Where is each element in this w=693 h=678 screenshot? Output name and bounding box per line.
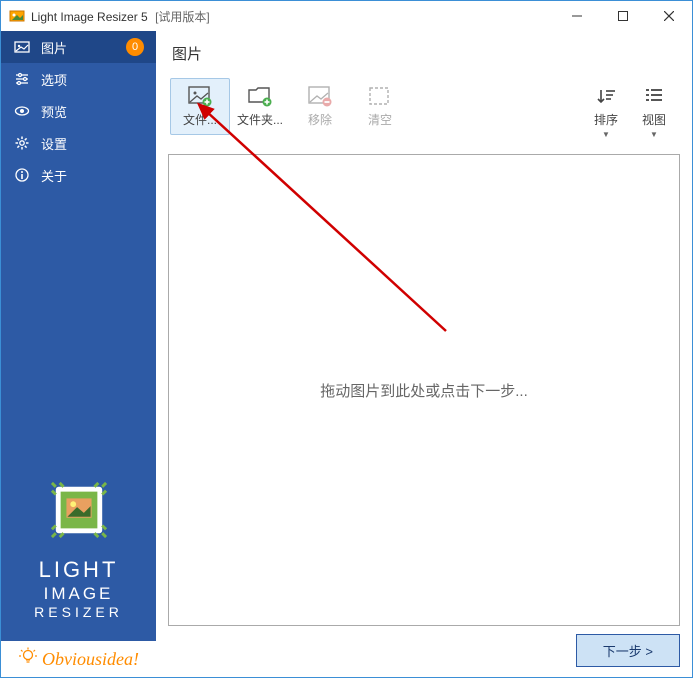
app-title: Light Image Resizer 5 [试用版本]	[31, 8, 554, 25]
drop-zone[interactable]: 拖动图片到此处或点击下一步...	[168, 154, 680, 626]
app-icon	[9, 8, 25, 24]
gear-icon	[13, 134, 31, 152]
sidebar: 图片 0 选项 预览 设置 关于	[1, 31, 156, 677]
view-icon	[640, 85, 668, 107]
main-panel: 图片 文件... 文件夹... 移除 清空	[156, 31, 692, 677]
sidebar-item-label: 图片	[41, 38, 126, 57]
bulb-icon	[18, 647, 38, 672]
maximize-button[interactable]	[600, 1, 646, 31]
sidebar-item-label: 选项	[41, 70, 144, 89]
sort-button[interactable]: 排序 ▼	[582, 78, 630, 146]
toolbar: 文件... 文件夹... 移除 清空 排	[168, 74, 680, 154]
page-title: 图片	[168, 31, 680, 74]
eye-icon	[13, 102, 31, 120]
clear-icon	[366, 85, 394, 107]
titlebar: Light Image Resizer 5 [试用版本]	[1, 1, 692, 31]
sidebar-item-options[interactable]: 选项	[1, 63, 156, 95]
sidebar-item-preview[interactable]: 预览	[1, 95, 156, 127]
sidebar-item-images[interactable]: 图片 0	[1, 31, 156, 63]
close-button[interactable]	[646, 1, 692, 31]
drop-hint-text: 拖动图片到此处或点击下一步...	[320, 380, 528, 401]
sort-icon	[592, 85, 620, 107]
sidebar-item-label: 设置	[41, 134, 144, 153]
sidebar-item-label: 关于	[41, 166, 144, 185]
sidebar-item-about[interactable]: 关于	[1, 159, 156, 191]
view-button[interactable]: 视图 ▼	[630, 78, 678, 146]
info-icon	[13, 166, 31, 184]
image-remove-icon	[306, 85, 334, 107]
add-folder-button[interactable]: 文件夹...	[230, 78, 290, 135]
logo-icon	[50, 481, 108, 539]
remove-button[interactable]: 移除	[290, 78, 350, 135]
clear-button[interactable]: 清空	[350, 78, 410, 135]
sliders-icon	[13, 70, 31, 88]
minimize-button[interactable]	[554, 1, 600, 31]
file-add-icon	[186, 85, 214, 107]
image-count-badge: 0	[126, 38, 144, 56]
app-logo: LIGHT IMAGE RESIZER	[1, 471, 156, 641]
obviousidea-link[interactable]: Obviousidea!	[1, 641, 156, 677]
chevron-down-icon: ▼	[650, 130, 658, 139]
chevron-down-icon: ▼	[602, 130, 610, 139]
image-icon	[13, 38, 31, 56]
next-button[interactable]: 下一步 >	[576, 634, 680, 667]
sidebar-item-label: 预览	[41, 102, 144, 121]
folder-add-icon	[246, 85, 274, 107]
add-file-button[interactable]: 文件...	[170, 78, 230, 135]
sidebar-item-settings[interactable]: 设置	[1, 127, 156, 159]
